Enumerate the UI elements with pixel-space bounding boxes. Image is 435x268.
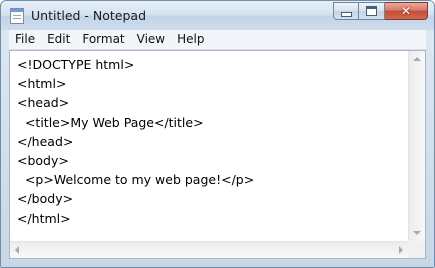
caption-buttons: ✕ xyxy=(333,2,428,20)
editor-line: <p>Welcome to my web page!</p> xyxy=(17,172,255,188)
scroll-down-arrow-icon[interactable] xyxy=(413,231,421,235)
size-grip[interactable] xyxy=(408,241,425,258)
editor-line: <title>My Web Page</title> xyxy=(17,114,204,130)
editor-line: <html> xyxy=(17,76,67,92)
editor-line: </head> xyxy=(17,133,74,149)
close-button[interactable]: ✕ xyxy=(385,2,428,20)
vertical-scrollbar[interactable] xyxy=(408,51,425,241)
maximize-icon xyxy=(366,6,377,16)
editor-line: </body> xyxy=(17,191,74,207)
notepad-window: Untitled - Notepad ✕ File Edit Format Vi… xyxy=(0,0,435,268)
text-editor[interactable]: <!DOCTYPE html> <html> <head> <title>My … xyxy=(10,51,408,241)
editor-line: </html> xyxy=(17,210,71,226)
menu-format[interactable]: Format xyxy=(76,30,130,49)
menu-help[interactable]: Help xyxy=(171,30,210,49)
minimize-icon xyxy=(340,12,352,17)
editor-line: <head> xyxy=(17,95,70,111)
editor-frame: <!DOCTYPE html> <html> <head> <title>My … xyxy=(9,50,426,259)
title-bar[interactable]: Untitled - Notepad ✕ xyxy=(1,1,434,30)
scroll-up-arrow-icon[interactable] xyxy=(413,57,421,61)
editor-line: <body> xyxy=(17,153,69,169)
menu-file[interactable]: File xyxy=(9,30,41,49)
scroll-right-arrow-icon[interactable] xyxy=(399,246,403,254)
menu-view[interactable]: View xyxy=(131,30,171,49)
horizontal-scrollbar[interactable] xyxy=(10,241,408,258)
close-icon: ✕ xyxy=(400,4,412,18)
editor-line: <!DOCTYPE html> xyxy=(17,57,135,72)
minimize-button[interactable] xyxy=(333,2,359,20)
menu-edit[interactable]: Edit xyxy=(41,30,76,49)
notepad-icon[interactable] xyxy=(10,8,24,24)
maximize-button[interactable] xyxy=(359,2,385,20)
window-title: Untitled - Notepad xyxy=(31,8,147,23)
scroll-left-arrow-icon[interactable] xyxy=(15,246,19,254)
menu-bar: File Edit Format View Help xyxy=(9,30,426,50)
